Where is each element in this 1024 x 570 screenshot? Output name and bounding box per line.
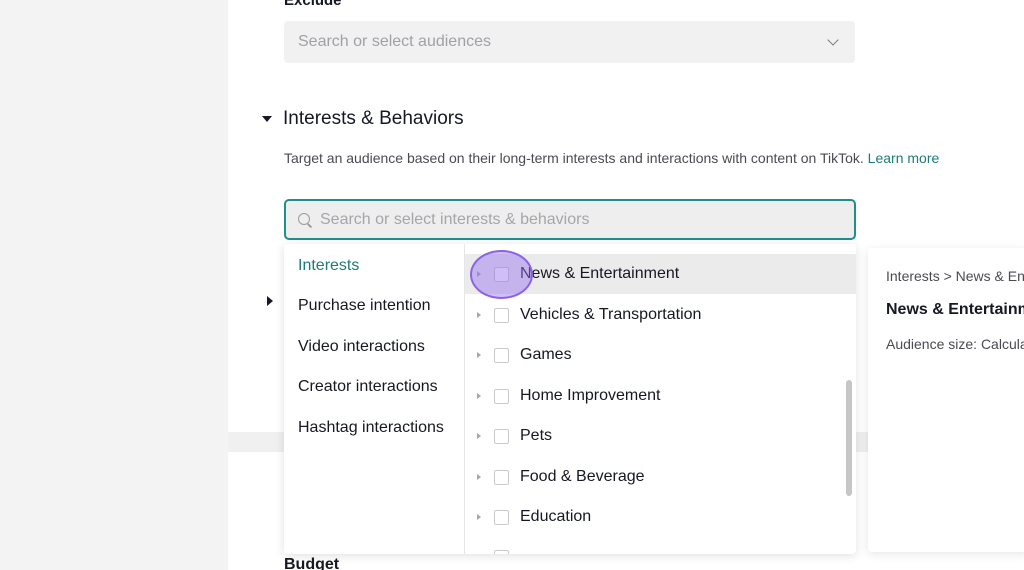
checkbox[interactable]: [494, 428, 509, 444]
scrollbar[interactable]: [846, 380, 852, 496]
interests-section-toggle[interactable]: Interests & Behaviors: [262, 108, 464, 130]
expand-arrow-icon[interactable]: [477, 474, 481, 480]
list-item[interactable]: Vehicles & Transportation: [465, 295, 856, 335]
list-item[interactable]: Food & Beverage: [465, 457, 856, 497]
chevron-down-icon: [827, 34, 839, 46]
checkbox[interactable]: [494, 307, 509, 323]
list-item[interactable]: [465, 537, 856, 554]
category-list: Interests Purchase intention Video inter…: [284, 244, 465, 554]
category-video-interactions[interactable]: Video interactions: [298, 334, 458, 360]
description-text: Target an audience based on their long-t…: [284, 150, 864, 166]
expand-arrow-icon[interactable]: [477, 352, 481, 358]
page-background-left: [0, 0, 228, 570]
category-creator-interactions[interactable]: Creator interactions: [298, 374, 458, 400]
breadcrumb: Interests > News & Entertainment: [886, 268, 1024, 284]
interests-search-input[interactable]: [320, 210, 820, 229]
expand-arrow-icon[interactable]: [477, 514, 481, 520]
expand-arrow-icon[interactable]: [477, 433, 481, 439]
option-label: Education: [520, 508, 592, 525]
list-item[interactable]: Pets: [465, 416, 856, 456]
option-label: Pets: [520, 427, 553, 444]
exclude-audience-select[interactable]: Search or select audiences: [284, 21, 855, 63]
interests-search[interactable]: [284, 199, 856, 240]
caret-right-icon[interactable]: [267, 296, 273, 306]
detail-title: News & Entertainment: [886, 301, 1024, 318]
interests-dropdown: Interests Purchase intention Video inter…: [284, 244, 856, 554]
expand-arrow-icon[interactable]: [477, 312, 481, 318]
checkbox[interactable]: [494, 388, 509, 404]
option-label: News & Entertainment: [520, 265, 680, 282]
learn-more-link[interactable]: Learn more: [868, 150, 940, 166]
detail-panel: Interests > News & Entertainment News & …: [868, 248, 1024, 552]
checkbox[interactable]: [494, 347, 509, 363]
exclude-label: Exclude: [284, 0, 342, 9]
list-item[interactable]: Home Improvement: [465, 376, 856, 416]
list-item[interactable]: Education: [465, 497, 856, 537]
section-title: Interests & Behaviors: [283, 108, 464, 129]
budget-label: Budget: [284, 556, 340, 570]
category-hashtag-interactions[interactable]: Hashtag interactions: [298, 415, 458, 441]
checkbox[interactable]: [494, 549, 509, 554]
category-interests[interactable]: Interests: [298, 253, 458, 279]
list-item[interactable]: Games: [465, 335, 856, 375]
option-label: Home Improvement: [520, 387, 661, 404]
exclude-placeholder: Search or select audiences: [298, 33, 491, 50]
audience-size: Audience size: Calculating: [886, 336, 1024, 352]
checkbox[interactable]: [494, 509, 509, 525]
search-icon: [298, 212, 312, 227]
category-purchase-intention[interactable]: Purchase intention: [298, 293, 458, 319]
option-label: Vehicles & Transportation: [520, 306, 702, 323]
checkbox[interactable]: [494, 469, 509, 485]
option-label: Games: [520, 346, 572, 363]
option-label: Food & Beverage: [520, 468, 645, 485]
section-description: Target an audience based on their long-t…: [284, 150, 939, 166]
expand-arrow-icon[interactable]: [477, 393, 481, 399]
caret-down-icon: [262, 116, 272, 122]
click-indicator: [470, 250, 533, 299]
